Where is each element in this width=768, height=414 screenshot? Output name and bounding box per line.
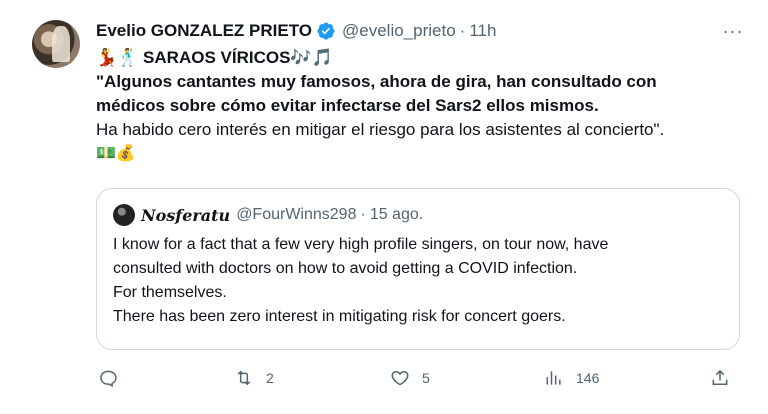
retweet-icon	[237, 370, 251, 386]
tweet-header: Evelio GONZALEZ PRIETO @evelio_prieto · …	[96, 18, 752, 44]
retweet-count: 2	[266, 370, 274, 386]
retweet-button[interactable]: 2	[234, 360, 274, 396]
reply-icon	[100, 370, 117, 388]
header-separator: ·	[459, 21, 466, 40]
tweet-text: 💃🕺 SARAOS VÍRICOS🎶🎵 "Algunos cantantes m…	[96, 46, 752, 166]
quoted-line: For themselves.	[113, 284, 227, 301]
quoted-author-avatar	[113, 204, 135, 226]
author-handle[interactable]: @evelio_prieto	[342, 21, 456, 41]
tweet-line: Ha habido cero interés en mitigar el rie…	[96, 120, 665, 139]
views-button[interactable]: 146	[544, 360, 599, 396]
tweet-line: 💵💰	[96, 145, 136, 162]
share-button[interactable]	[710, 360, 730, 396]
author-name[interactable]: Evelio GONZALEZ PRIETO	[96, 21, 312, 41]
like-count: 5	[422, 370, 430, 386]
quoted-tweet-text: I know for a fact that a few very high p…	[113, 233, 723, 329]
quoted-tweet[interactable]: 𝑵𝒐𝒔𝒇𝒆𝒓𝒂𝒕𝒖 @FourWinns298 · 15 ago. I know…	[96, 188, 740, 350]
tweet-line: médicos sobre cómo evitar infectarse del…	[96, 96, 599, 115]
share-icon	[712, 369, 728, 385]
quoted-author-name: 𝑵𝒐𝒔𝒇𝒆𝒓𝒂𝒕𝒖	[141, 205, 231, 225]
tweet-actions: 2 5 146	[96, 360, 756, 396]
quoted-header-separator: ·	[360, 206, 366, 223]
views-icon	[546, 371, 561, 385]
tweet-card[interactable]: Evelio GONZALEZ PRIETO @evelio_prieto · …	[0, 0, 768, 414]
author-avatar[interactable]	[32, 20, 80, 68]
tweet-timestamp[interactable]: 11h	[469, 21, 496, 41]
like-button[interactable]: 5	[390, 360, 430, 396]
more-options-icon[interactable]: ···	[716, 18, 750, 44]
quoted-tweet-timestamp: 15 ago.	[369, 206, 424, 223]
reply-button[interactable]	[98, 360, 130, 396]
tweet-body: Evelio GONZALEZ PRIETO @evelio_prieto · …	[96, 18, 752, 350]
quoted-author-handle: @FourWinns298	[236, 206, 357, 223]
quoted-line: I know for a fact that a few very high p…	[113, 236, 609, 253]
views-count: 146	[576, 370, 600, 386]
tweet-line: "Algunos cantantes muy famosos, ahora de…	[96, 72, 657, 91]
quoted-line: consulted with doctors on how to avoid g…	[113, 260, 578, 277]
quoted-line: There has been zero interest in mitigati…	[113, 308, 566, 325]
heart-icon	[391, 370, 409, 386]
tweet-line: 💃🕺 SARAOS VÍRICOS🎶🎵	[96, 48, 333, 67]
verified-badge-icon	[317, 22, 335, 40]
quoted-tweet-header: 𝑵𝒐𝒔𝒇𝒆𝒓𝒂𝒕𝒖 @FourWinns298 · 15 ago.	[113, 203, 723, 227]
